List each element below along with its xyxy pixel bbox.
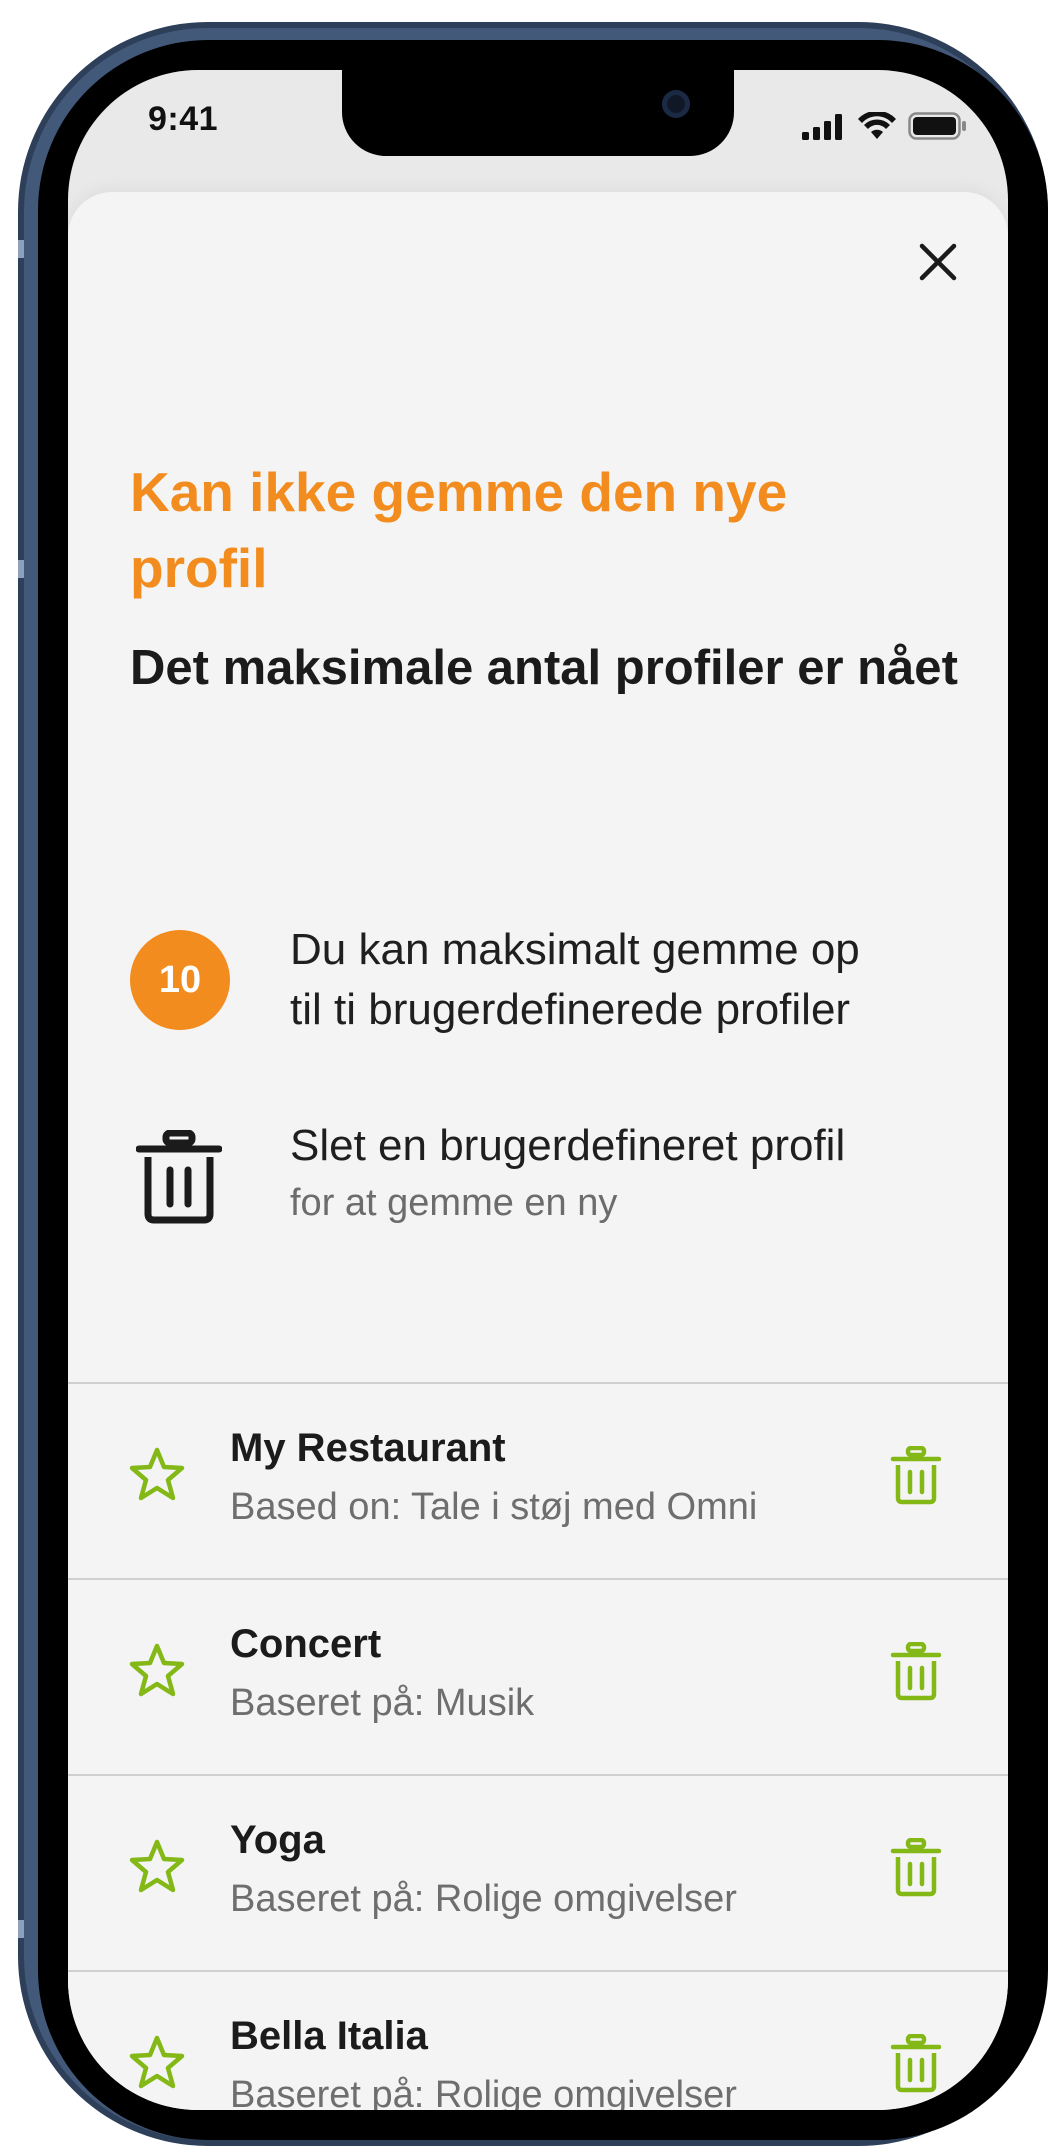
trash-icon bbox=[136, 1130, 222, 1224]
star-icon bbox=[129, 1447, 185, 1501]
dialog-subtitle: Det maksimale antal profiler er nået bbox=[130, 641, 958, 695]
info-delete-row: Slet en brugerdefineret profil for at ge… bbox=[130, 1121, 960, 1252]
delete-profile-trash-icon[interactable] bbox=[890, 1642, 942, 1702]
signal-icon bbox=[802, 114, 842, 140]
profile-list: My Restaurant Based on: Tale i støj med … bbox=[68, 1382, 1008, 2110]
profile-name: My Restaurant bbox=[230, 1426, 506, 1470]
profile-based-on: Based on: Tale i støj med Omni bbox=[230, 1486, 758, 1528]
profile-name: Bella Italia bbox=[230, 2014, 428, 2058]
profile-row[interactable]: Concert Baseret på: Musik bbox=[68, 1580, 1008, 1776]
info-limit-line2: til ti brugerdefinerede profiler bbox=[290, 985, 851, 1034]
side-button bbox=[18, 1920, 24, 1938]
profile-row[interactable]: My Restaurant Based on: Tale i støj med … bbox=[68, 1384, 1008, 1580]
star-icon bbox=[129, 1839, 185, 1893]
status-icons bbox=[802, 106, 968, 140]
profile-name: Concert bbox=[230, 1622, 382, 1666]
camera-icon bbox=[662, 90, 690, 118]
info-delete-text: Slet en brugerdefineret profil for at ge… bbox=[290, 1116, 845, 1230]
wifi-icon bbox=[858, 112, 896, 139]
status-time: 9:41 bbox=[148, 100, 219, 138]
side-button bbox=[18, 240, 24, 258]
profile-based-on: Baseret på: Rolige omgivelser bbox=[230, 1878, 737, 1920]
dialog-title: Kan ikke gemme den nye profil bbox=[130, 461, 788, 599]
profile-row[interactable]: Yoga Baseret på: Rolige omgivelser bbox=[68, 1776, 1008, 1972]
side-button bbox=[18, 560, 24, 578]
profile-limit-badge: 10 bbox=[130, 930, 230, 1030]
star-icon bbox=[129, 1643, 185, 1697]
profile-name: Yoga bbox=[230, 1818, 325, 1862]
delete-profile-trash-icon[interactable] bbox=[890, 1446, 942, 1506]
notch bbox=[342, 70, 734, 156]
close-icon[interactable] bbox=[914, 238, 962, 286]
info-limit-line1: Du kan maksimalt gemme op bbox=[290, 925, 860, 974]
profile-based-on: Baseret på: Rolige omgivelser bbox=[230, 2074, 737, 2110]
profile-row[interactable]: Bella Italia Baseret på: Rolige omgivels… bbox=[68, 1972, 1008, 2110]
phone-screen: 9:41 Kan ikke gemme den nye profil Det m… bbox=[68, 70, 1008, 2110]
info-delete-subtext: for at gemme en ny bbox=[290, 1182, 618, 1224]
info-limit-text: Du kan maksimalt gemme op til ti brugerd… bbox=[290, 920, 860, 1040]
delete-profile-trash-icon[interactable] bbox=[890, 2034, 942, 2094]
info-limit-row: 10 Du kan maksimalt gemme op til ti brug… bbox=[130, 925, 960, 1060]
delete-profile-trash-icon[interactable] bbox=[890, 1838, 942, 1898]
battery-icon bbox=[908, 112, 966, 140]
modal-sheet: Kan ikke gemme den nye profil Det maksim… bbox=[68, 192, 1008, 2110]
star-icon bbox=[129, 2035, 185, 2089]
info-delete-line1: Slet en brugerdefineret profil bbox=[290, 1121, 846, 1170]
profile-based-on: Baseret på: Musik bbox=[230, 1682, 535, 1724]
